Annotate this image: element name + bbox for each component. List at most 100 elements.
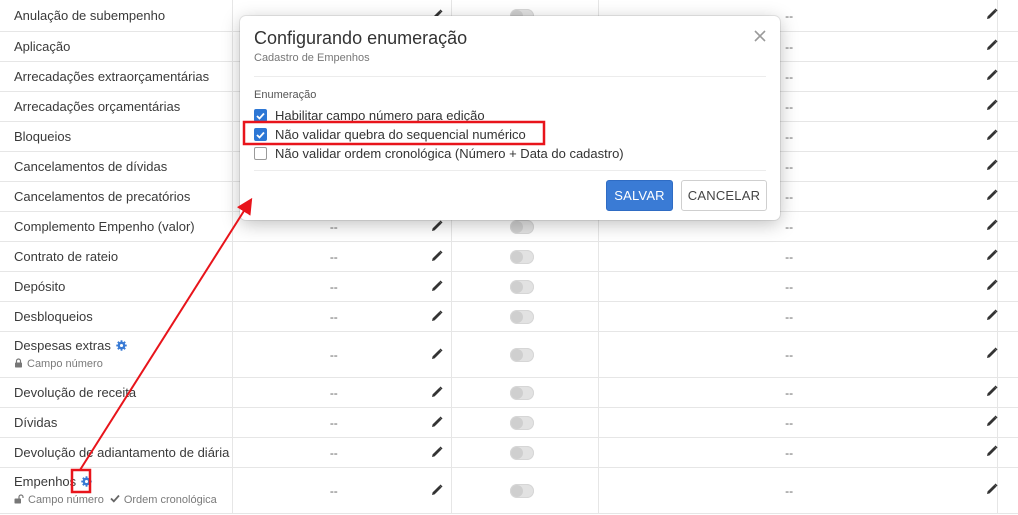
row-value: -- <box>785 415 794 430</box>
sub-label: Campo número <box>27 358 103 371</box>
divider <box>254 76 766 77</box>
pencil-icon[interactable] <box>986 99 998 114</box>
pencil-icon[interactable] <box>986 69 998 84</box>
pencil-icon[interactable] <box>431 249 445 264</box>
checkbox-unchecked[interactable] <box>254 147 267 160</box>
pencil-icon[interactable] <box>431 279 445 294</box>
pencil-icon[interactable] <box>986 415 998 430</box>
row-name: Aplicação <box>14 38 71 54</box>
pencil-icon[interactable] <box>431 347 445 362</box>
row-value: -- <box>785 8 794 23</box>
pencil-icon[interactable] <box>986 8 998 23</box>
row-value: -- <box>785 39 794 54</box>
row-name: Cancelamentos de precatórios <box>14 188 191 204</box>
row-value: -- <box>785 279 794 294</box>
checkbox-checked[interactable] <box>254 109 267 122</box>
row-number: -- <box>329 249 338 264</box>
row-number: -- <box>329 385 338 400</box>
toggle-switch[interactable] <box>509 445 534 460</box>
table-row: Despesas extras Campo número -- -- <box>0 332 1018 378</box>
row-name: Devolução de receita <box>14 384 137 400</box>
toggle-switch[interactable] <box>509 219 534 234</box>
row-name: Arrecadações extraorçamentárias <box>14 68 210 84</box>
option-skip-chronological-validation[interactable]: Não validar ordem cronológica (Número + … <box>254 146 624 161</box>
row-value: -- <box>785 129 794 144</box>
row-name: Empenhos <box>14 474 77 490</box>
row-value: -- <box>785 445 794 460</box>
table-row: Desbloqueios -- -- <box>0 302 1018 332</box>
row-value: -- <box>785 249 794 264</box>
pencil-icon[interactable] <box>431 483 445 498</box>
cancel-button[interactable]: CANCELAR <box>681 180 767 211</box>
pencil-icon[interactable] <box>431 309 445 324</box>
pencil-icon[interactable] <box>986 219 998 234</box>
row-value: -- <box>785 309 794 324</box>
row-name: Devolução de adiantamento de diária <box>14 444 230 460</box>
row-value: -- <box>785 483 794 498</box>
pencil-icon[interactable] <box>431 219 445 234</box>
row-number: -- <box>329 279 338 294</box>
pencil-icon[interactable] <box>986 129 998 144</box>
checkbox-checked[interactable] <box>254 128 267 141</box>
row-value: -- <box>785 159 794 174</box>
toggle-switch[interactable] <box>509 385 534 400</box>
row-number: -- <box>329 483 338 498</box>
divider <box>254 170 766 171</box>
enumeration-dialog: Configurando enumeração Cadastro de Empe… <box>240 16 780 220</box>
toggle-switch[interactable] <box>509 249 534 264</box>
dialog-title: Configurando enumeração <box>254 28 468 48</box>
gear-icon[interactable] <box>81 475 92 491</box>
row-name: Anulação de subempenho <box>14 7 166 23</box>
table-row: Empenhos Campo número Ordem cronológica … <box>0 468 1018 514</box>
lock-icon <box>14 358 23 371</box>
close-icon[interactable] <box>752 28 768 44</box>
table-row: Contrato de rateio -- -- <box>0 242 1018 272</box>
row-name: Desbloqueios <box>14 308 93 324</box>
toggle-switch[interactable] <box>509 483 534 498</box>
row-value: -- <box>785 385 794 400</box>
table-row: Depósito -- -- <box>0 272 1018 302</box>
row-name: Depósito <box>14 278 66 294</box>
table-row: Devolução de receita -- -- <box>0 378 1018 408</box>
pencil-icon[interactable] <box>986 445 998 460</box>
row-number: -- <box>329 445 338 460</box>
option-enable-number-field[interactable]: Habilitar campo número para edição <box>254 108 485 123</box>
sub-label: Campo número <box>28 494 104 507</box>
option-skip-sequence-validation[interactable]: Não validar quebra do sequencial numéric… <box>254 127 526 142</box>
save-button[interactable]: SALVAR <box>606 180 673 211</box>
toggle-switch[interactable] <box>509 415 534 430</box>
check-icon <box>110 494 120 506</box>
row-name: Bloqueios <box>14 128 72 144</box>
row-name: Dívidas <box>14 414 58 430</box>
pencil-icon[interactable] <box>986 189 998 204</box>
pencil-icon[interactable] <box>431 415 445 430</box>
toggle-switch[interactable] <box>509 347 534 362</box>
dialog-subtitle: Cadastro de Empenhos <box>254 52 370 64</box>
row-name: Complemento Empenho (valor) <box>14 218 195 234</box>
option-label: Habilitar campo número para edição <box>275 108 485 123</box>
page: Anulação de subempenho -- Aplicação -- A… <box>0 0 1018 515</box>
pencil-icon[interactable] <box>986 39 998 54</box>
pencil-icon[interactable] <box>986 309 998 324</box>
gear-icon[interactable] <box>116 339 127 355</box>
row-number: -- <box>329 347 338 362</box>
row-value: -- <box>785 347 794 362</box>
pencil-icon[interactable] <box>986 347 998 362</box>
pencil-icon[interactable] <box>986 279 998 294</box>
pencil-icon[interactable] <box>986 249 998 264</box>
row-name: Despesas extras <box>14 338 111 354</box>
pencil-icon[interactable] <box>431 445 445 460</box>
pencil-icon[interactable] <box>986 483 998 498</box>
table-row: Devolução de adiantamento de diária -- -… <box>0 438 1018 468</box>
table-row: Dívidas -- -- <box>0 408 1018 438</box>
pencil-icon[interactable] <box>986 159 998 174</box>
option-label: Não validar quebra do sequencial numéric… <box>275 127 526 142</box>
toggle-switch[interactable] <box>509 309 534 324</box>
sub-label: Ordem cronológica <box>123 494 217 507</box>
row-value: -- <box>785 99 794 114</box>
pencil-icon[interactable] <box>986 385 998 400</box>
row-number: -- <box>329 415 338 430</box>
toggle-switch[interactable] <box>509 279 534 294</box>
row-value: -- <box>785 69 794 84</box>
pencil-icon[interactable] <box>431 385 445 400</box>
